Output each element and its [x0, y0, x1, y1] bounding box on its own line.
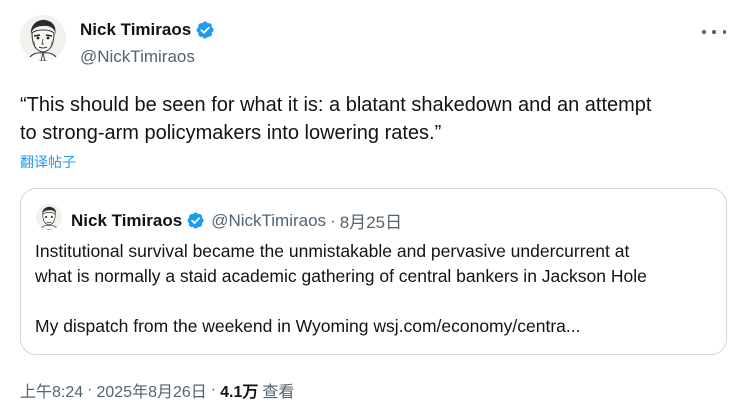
translate-post-link[interactable]: 翻译帖子 [20, 152, 76, 172]
tweet-text: “This should be seen for what it is: a b… [20, 91, 730, 147]
quoted-author-avatar [36, 204, 62, 230]
quoted-tweet-date: 8月25日 [339, 213, 403, 232]
views-label: 查看 [262, 384, 295, 401]
verified-badge-icon [186, 211, 205, 230]
more-dots-icon[interactable] [702, 25, 726, 39]
tweet-date[interactable]: 2025年8月26日 [96, 378, 206, 402]
author-handle[interactable]: @NickTimiraos [80, 47, 195, 67]
quoted-tweet-card[interactable]: Nick Timiraos @NickTimiraos · 8月25日 Inst… [20, 188, 727, 355]
author-header: Nick Timiraos [80, 20, 215, 40]
separator-dot: · [87, 381, 93, 398]
quoted-text-line: My dispatch from the weekend in Wyoming … [35, 316, 581, 336]
views-count: 4.1万 [220, 384, 259, 401]
verified-badge-icon [195, 20, 215, 40]
quoted-tweet-body: Institutional survival became the unmist… [35, 239, 715, 339]
tweet-time[interactable]: 上午8:24 [20, 378, 83, 402]
quoted-tweet-header: Nick Timiraos @NickTimiraos · 8月25日 [71, 208, 402, 233]
separator-dot: · [210, 381, 217, 398]
tweet-text-line: to strong-arm policymakers into lowering… [20, 122, 442, 144]
tweet-meta: 上午8:24 · 2025年8月26日 · 4.1万 查看 [20, 378, 294, 402]
tweet-text-line: “This should be seen for what it is: a b… [20, 94, 652, 116]
author-name[interactable]: Nick Timiraos [80, 20, 191, 40]
quoted-author-name: Nick Timiraos [71, 210, 183, 230]
quoted-author-handle: @NickTimiraos [211, 210, 327, 230]
quoted-text-line: what is normally a staid academic gather… [35, 266, 647, 286]
separator-dot: · [330, 210, 336, 230]
quoted-text-line: Institutional survival became the unmist… [35, 241, 630, 261]
author-avatar[interactable] [20, 15, 66, 61]
